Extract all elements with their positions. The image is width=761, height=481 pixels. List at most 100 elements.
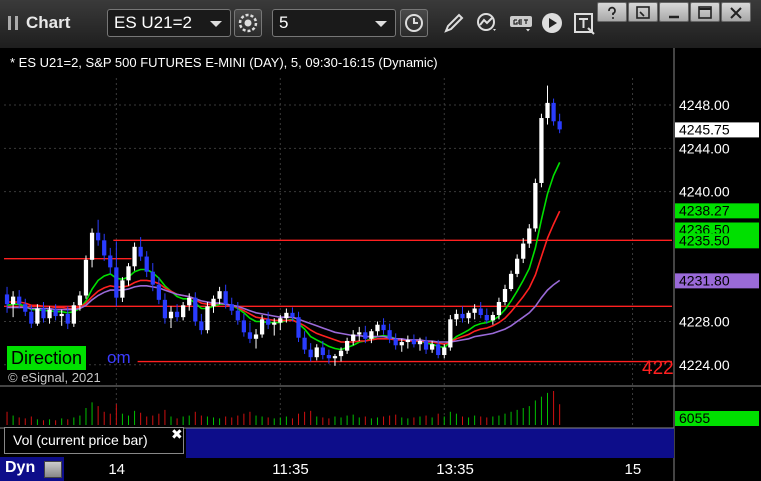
candle-body (223, 291, 228, 305)
candle-body (102, 240, 107, 256)
candle-body (41, 308, 46, 319)
candle-body (314, 347, 319, 358)
settings-icon (238, 13, 258, 33)
candle-body (515, 258, 520, 274)
price-tag-label: 4238.27 (679, 202, 730, 218)
candle-body (387, 330, 392, 339)
candle-body (375, 324, 380, 332)
grip-icon[interactable] (8, 16, 18, 30)
play-icon (542, 13, 562, 33)
candle-body (478, 308, 483, 315)
minimize-icon (669, 15, 679, 19)
get-data-icon (510, 16, 532, 32)
candle-body (472, 308, 477, 313)
candle-body (521, 243, 526, 259)
time-axis-label: 14 (108, 461, 125, 478)
candle-body (53, 309, 58, 317)
candle-body (539, 118, 544, 183)
title-bar[interactable]: Chart ES U21=2 5 (0, 0, 761, 49)
candle-body (272, 322, 277, 325)
annotation-button[interactable] (570, 9, 598, 37)
candle-body (381, 324, 386, 331)
candle-body (284, 312, 289, 319)
maximize-button[interactable] (690, 2, 720, 22)
dynamic-toggle[interactable]: Dyn (0, 457, 64, 481)
direction-tail-text: om (107, 348, 131, 367)
study-button[interactable] (473, 9, 501, 37)
chart-header: * ES U21=2, S&P 500 FUTURES E-MINI (DAY)… (10, 55, 438, 70)
candle-body (484, 314, 489, 321)
candle-body (4, 294, 10, 305)
candle-body (527, 228, 532, 244)
price-chart[interactable]: 4248.00 4244.00 4240.00 4228.00 4224.00 4245.… (0, 48, 761, 481)
candle-body (290, 312, 295, 318)
volume-footer-band (186, 428, 674, 458)
direction-label: Direction (7, 346, 87, 370)
candle-body (77, 295, 83, 306)
candle-body (344, 340, 350, 351)
candle-body (302, 337, 307, 350)
candle-body (29, 311, 34, 324)
interval-clock-button[interactable] (400, 9, 428, 37)
help-icon (608, 6, 616, 19)
restore-icon (636, 6, 650, 19)
interval-value: 5 (279, 13, 289, 32)
settings-button[interactable] (234, 9, 262, 37)
partial-price-text: 422 (642, 358, 674, 379)
help-button[interactable] (597, 2, 627, 22)
get-data-button[interactable] (506, 9, 534, 37)
volume-study-label[interactable]: Vol (current price bar) (4, 427, 184, 454)
candle-body (168, 311, 174, 319)
candle-body (259, 319, 265, 335)
window-title: Chart (26, 13, 71, 32)
candle-body (174, 311, 180, 318)
candle-body (557, 121, 562, 130)
candle-body (47, 309, 52, 319)
candle-body (502, 289, 508, 303)
chevron-down-icon[interactable] (375, 21, 387, 27)
chart-area[interactable]: 4248.00 4244.00 4240.00 4228.00 4224.00 4245.… (0, 48, 761, 481)
price-tick-label: 4224.00 (679, 357, 730, 373)
study-icon (477, 13, 496, 31)
candle-body (96, 232, 101, 241)
candle-body (326, 355, 332, 359)
dynamic-label: Dyn (5, 459, 36, 476)
candle-body (114, 267, 119, 298)
cursor-mode-icon[interactable] (44, 461, 62, 478)
candle-body (65, 313, 70, 324)
candle-body (296, 317, 301, 338)
close-icon[interactable]: ✖ (171, 426, 183, 443)
candle-body (466, 312, 471, 319)
draw-tool-button[interactable] (440, 9, 468, 37)
annotation-icon (574, 13, 595, 35)
chart-background (0, 48, 761, 481)
time-axis-label: 13:35 (436, 461, 474, 478)
price-tag-label: 4245.75 (679, 121, 730, 137)
candle-body (247, 332, 253, 339)
close-button[interactable] (721, 2, 751, 22)
play-button[interactable] (538, 9, 566, 37)
candle-body (253, 334, 259, 339)
candle-body (235, 310, 240, 321)
symbol-value: ES U21=2 (114, 13, 192, 32)
price-tick-label: 4240.00 (679, 184, 730, 200)
candle-body (436, 344, 441, 356)
candle-body (229, 304, 234, 311)
interval-combo[interactable]: 5 (272, 9, 396, 37)
symbol-combo[interactable]: ES U21=2 (107, 9, 231, 37)
candle-body (357, 332, 362, 335)
candle-body (108, 255, 113, 268)
candle-body (393, 338, 398, 346)
candle-body (71, 305, 76, 324)
candle-body (363, 332, 368, 339)
chart-window: Chart ES U21=2 5 4248.00 4244.00 4240.00… (0, 0, 761, 481)
candle-body (369, 331, 374, 339)
minimize-button[interactable] (659, 2, 689, 22)
candle-body (320, 347, 325, 356)
candle-body (150, 271, 155, 285)
candle-body (338, 350, 344, 357)
chevron-down-icon[interactable] (210, 21, 222, 27)
price-tick-label: 4228.00 (679, 313, 730, 329)
restore-button[interactable] (628, 2, 658, 22)
candle-body (266, 319, 271, 325)
